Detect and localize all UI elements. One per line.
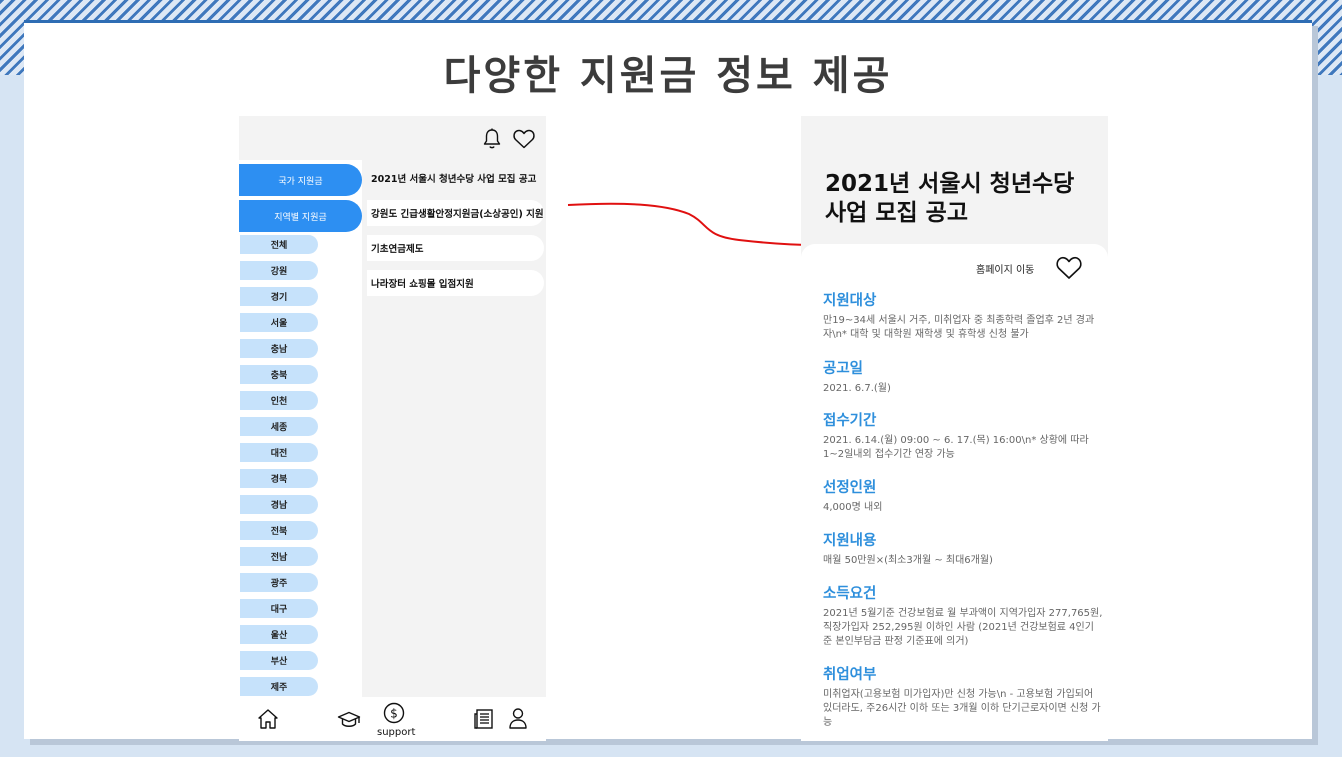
section-body: 만19~34세 서울시 거주, 미취업자 중 최종학력 졸업후 2년 경과자\n… [823, 315, 1095, 340]
section-employment-status: 취업여부 미취업자(고용보험 미가입자)만 신청 가능\n - 고용보험 가입되… [823, 663, 1103, 730]
svg-text:$: $ [390, 707, 398, 721]
section-eligibility: 지원대상 만19~34세 서울시 거주, 미취업자 중 최종학력 졸업후 2년 … [823, 289, 1103, 342]
slide-panel: 다양한 지원금 정보 제공 국가 지원금 지역별 지원금 전체 강원 경기 서울… [24, 20, 1312, 741]
category-sidebar: 국가 지원금 지역별 지원금 전체 강원 경기 서울 충남 충북 인천 세종 대… [239, 160, 362, 697]
section-income-requirement: 소득요건 2021년 5월기준 건강보험료 월 부과액이 지역가입자 277,7… [823, 582, 1103, 649]
home-icon[interactable] [256, 707, 280, 731]
region-chungbuk[interactable]: 충북 [240, 365, 318, 384]
list-item[interactable]: 나라장터 쇼핑몰 입점지원 [367, 270, 544, 296]
section-selection-count: 선정인원 4,000명 내외 [823, 476, 1103, 515]
region-gyeongbuk[interactable]: 경북 [240, 469, 318, 488]
region-daegu[interactable]: 대구 [240, 599, 318, 618]
heart-icon[interactable] [1056, 256, 1082, 280]
section-heading: 취업여부 [823, 667, 877, 683]
section-body: 미취업자(고용보험 미가입자)만 신청 가능\n - 고용보험 가입되어 있더라… [823, 689, 1101, 728]
detail-card: 홈페이지 이동 지원대상 만19~34세 서울시 거주, 미취업자 중 최종학력… [801, 244, 1108, 741]
region-jeonnam[interactable]: 전남 [240, 547, 318, 566]
section-body: 4,000명 내외 [823, 502, 883, 513]
graduation-cap-icon[interactable] [337, 709, 361, 733]
detail-screen: 2021년 서울시 청년수당 사업 모집 공고 홈페이지 이동 지원대상 만19… [801, 116, 1108, 741]
section-heading: 지원내용 [823, 533, 877, 549]
region-incheon[interactable]: 인천 [240, 391, 318, 410]
newspaper-icon[interactable] [472, 707, 496, 731]
region-ulsan[interactable]: 울산 [240, 625, 318, 644]
list-item[interactable]: 2021년 서울시 청년수당 사업 모집 공고 [367, 165, 544, 191]
section-support-content: 지원내용 매월 50만원×(최소3개월 ~ 최대6개월) [823, 529, 1103, 568]
section-heading: 접수기간 [823, 413, 877, 429]
section-body: 매월 50만원×(최소3개월 ~ 최대6개월) [823, 555, 993, 566]
region-chungnam[interactable]: 충남 [240, 339, 318, 358]
region-all[interactable]: 전체 [240, 235, 318, 254]
bottom-nav: $ support [239, 697, 546, 741]
list-item[interactable]: 기초연금제도 [367, 235, 544, 261]
heart-icon[interactable] [513, 129, 535, 149]
dollar-circle-icon[interactable]: $ [382, 701, 406, 725]
section-heading: 선정인원 [823, 480, 877, 496]
subsidy-list: 2021년 서울시 청년수당 사업 모집 공고 강원도 긴급생활안정지원금(소상… [362, 160, 546, 697]
region-gyeongnam[interactable]: 경남 [240, 495, 318, 514]
section-body: 2021. 6.7.(월) [823, 383, 891, 394]
region-gangwon[interactable]: 강원 [240, 261, 318, 280]
top-bar [239, 116, 546, 160]
detail-title: 2021년 서울시 청년수당 사업 모집 공고 [825, 171, 1075, 226]
section-application-period: 접수기간 2021. 6.14.(월) 09:00 ~ 6. 17.(목) 16… [823, 409, 1103, 462]
region-jeonbuk[interactable]: 전북 [240, 521, 318, 540]
region-gwangju[interactable]: 광주 [240, 573, 318, 592]
region-busan[interactable]: 부산 [240, 651, 318, 670]
region-jeju[interactable]: 제주 [240, 677, 318, 696]
region-seoul[interactable]: 서울 [240, 313, 318, 332]
user-icon[interactable] [506, 706, 530, 730]
category-national-button[interactable]: 국가 지원금 [239, 164, 362, 196]
section-heading: 소득요건 [823, 586, 877, 602]
section-body: 2021. 6.14.(월) 09:00 ~ 6. 17.(목) 16:00\n… [823, 435, 1089, 460]
bell-icon[interactable] [482, 128, 502, 150]
section-announce-date: 공고일 2021. 6.7.(월) [823, 357, 1103, 396]
slide-title: 다양한 지원금 정보 제공 [443, 53, 893, 99]
support-label: support [377, 727, 416, 738]
section-body: 2021년 5월기준 건강보험료 월 부과액이 지역가입자 277,765원, … [823, 608, 1103, 647]
connector-arrow [567, 202, 826, 250]
homepage-link[interactable]: 홈페이지 이동 [976, 261, 1034, 276]
list-item[interactable]: 강원도 긴급생활안정지원금(소상공인) 지원 [367, 200, 544, 226]
section-heading: 공고일 [823, 361, 864, 377]
list-screen: 국가 지원금 지역별 지원금 전체 강원 경기 서울 충남 충북 인천 세종 대… [239, 116, 546, 741]
region-gyeonggi[interactable]: 경기 [240, 287, 318, 306]
section-heading: 지원대상 [823, 293, 877, 309]
category-regional-button[interactable]: 지역별 지원금 [239, 200, 362, 232]
region-sejong[interactable]: 세종 [240, 417, 318, 436]
region-daejeon[interactable]: 대전 [240, 443, 318, 462]
